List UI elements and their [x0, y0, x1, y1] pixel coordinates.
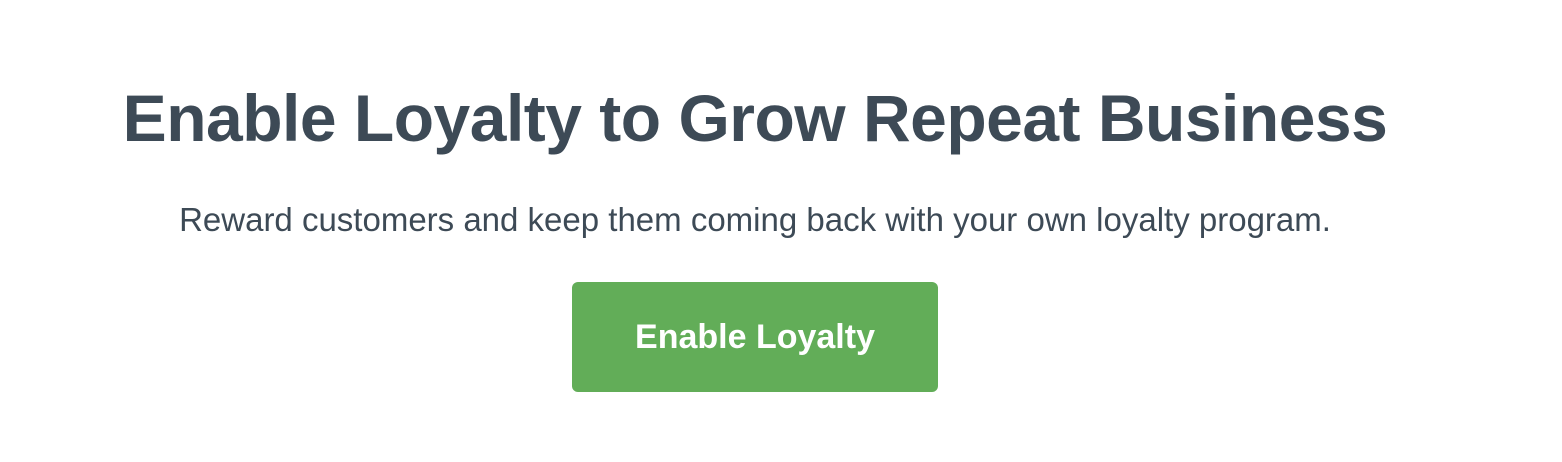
promo-subtitle: Reward customers and keep them coming ba…: [179, 201, 1331, 238]
loyalty-promo-panel: Enable Loyalty to Grow Repeat Business R…: [0, 0, 1562, 462]
promo-title: Enable Loyalty to Grow Repeat Business: [122, 81, 1388, 155]
enable-loyalty-button[interactable]: Enable Loyalty: [572, 282, 938, 392]
